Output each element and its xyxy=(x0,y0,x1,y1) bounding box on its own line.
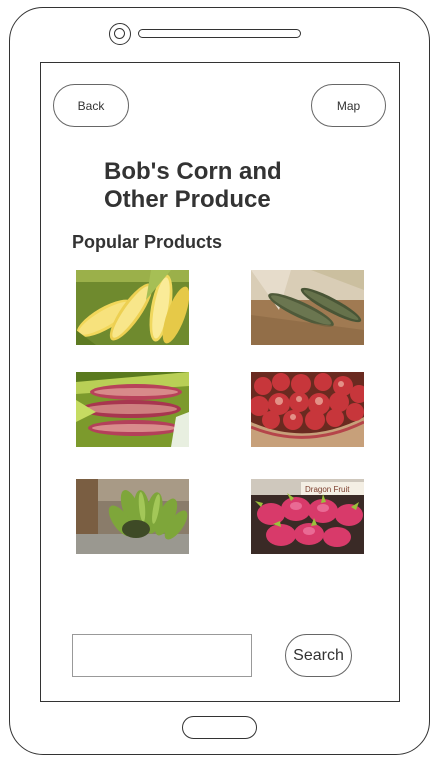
product-apples[interactable] xyxy=(251,372,364,447)
dragon-fruit-photo-icon: Dragon Fruit xyxy=(251,479,364,554)
product-red-striped-corn[interactable] xyxy=(76,372,189,447)
back-button[interactable]: Back xyxy=(53,84,129,127)
home-button[interactable] xyxy=(182,716,257,739)
section-heading: Popular Products xyxy=(72,232,223,252)
page-title: Bob's Corn and Other Produce xyxy=(104,158,282,213)
product-dark-corn[interactable] xyxy=(251,270,364,345)
map-button[interactable]: Map xyxy=(311,84,386,127)
dragon-fruit-sign-text: Dragon Fruit xyxy=(305,485,350,494)
search-button[interactable]: Search xyxy=(285,634,352,677)
product-yellow-corn[interactable] xyxy=(76,270,189,345)
red-striped-corn-photo-icon xyxy=(76,372,189,447)
apples-basket-photo-icon xyxy=(251,372,364,447)
product-green-bananas[interactable] xyxy=(76,479,189,554)
green-bananas-photo-icon xyxy=(76,479,189,554)
camera-icon xyxy=(109,23,131,45)
speaker-grille xyxy=(138,29,301,38)
yellow-corn-photo-icon xyxy=(76,270,189,345)
search-input[interactable] xyxy=(72,634,252,677)
dark-corn-photo-icon xyxy=(251,270,364,345)
product-dragon-fruit[interactable]: Dragon Fruit xyxy=(251,479,364,554)
